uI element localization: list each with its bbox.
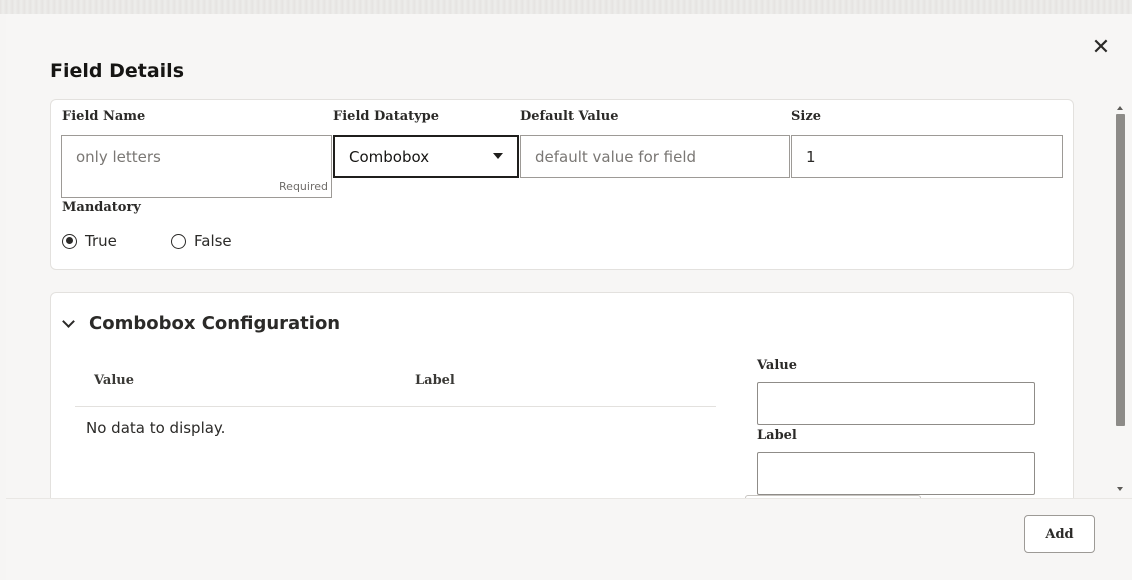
field-name-input[interactable]: only letters <box>61 135 332 178</box>
scroll-up-icon[interactable] <box>1117 106 1123 110</box>
scroll-thumb[interactable] <box>1116 114 1125 426</box>
empty-table-message: No data to display. <box>86 419 226 437</box>
field-name-placeholder: only letters <box>76 147 161 166</box>
field-datatype-select[interactable]: Combobox <box>333 135 519 178</box>
column-header-label[interactable]: Label <box>415 373 455 388</box>
field-datatype-label: Field Datatype <box>333 109 440 124</box>
option-value-input[interactable] <box>757 382 1035 425</box>
column-header-value[interactable]: Value <box>94 373 134 388</box>
dialog-footer <box>6 498 1132 580</box>
mandatory-false-label: False <box>194 232 232 250</box>
radio-unselected-icon <box>171 233 186 249</box>
option-label-input[interactable] <box>757 452 1035 495</box>
add-button[interactable]: Add <box>1024 515 1095 553</box>
combobox-config-title: Combobox Configuration <box>89 313 341 334</box>
option-value-label: Value <box>757 358 797 373</box>
option-label-label: Label <box>757 428 797 443</box>
dialog-scrollbar[interactable] <box>1114 100 1126 500</box>
field-datatype-value: Combobox <box>349 147 430 166</box>
mandatory-true-radio[interactable]: True <box>62 232 117 250</box>
size-label: Size <box>791 109 821 124</box>
default-value-placeholder: default value for field <box>535 147 697 166</box>
mandatory-label: Mandatory <box>62 200 141 215</box>
chevron-down-icon <box>493 153 503 159</box>
field-name-label: Field Name <box>62 109 146 124</box>
default-value-label: Default Value <box>520 109 619 124</box>
size-value: 1 <box>806 147 816 166</box>
table-divider <box>75 406 716 407</box>
close-icon[interactable]: ✕ <box>1089 36 1113 60</box>
dialog-title: Field Details <box>50 60 185 82</box>
mandatory-false-radio[interactable]: False <box>171 232 232 250</box>
scroll-down-icon[interactable] <box>1117 487 1123 491</box>
chevron-down-icon <box>62 315 75 328</box>
radio-selected-icon <box>62 233 77 249</box>
combobox-config-toggle[interactable]: Combobox Configuration <box>62 313 340 334</box>
size-input[interactable]: 1 <box>791 135 1063 178</box>
top-strip <box>0 0 1132 14</box>
mandatory-true-label: True <box>85 232 117 250</box>
required-hint: Required <box>61 177 332 198</box>
default-value-input[interactable]: default value for field <box>520 135 790 178</box>
